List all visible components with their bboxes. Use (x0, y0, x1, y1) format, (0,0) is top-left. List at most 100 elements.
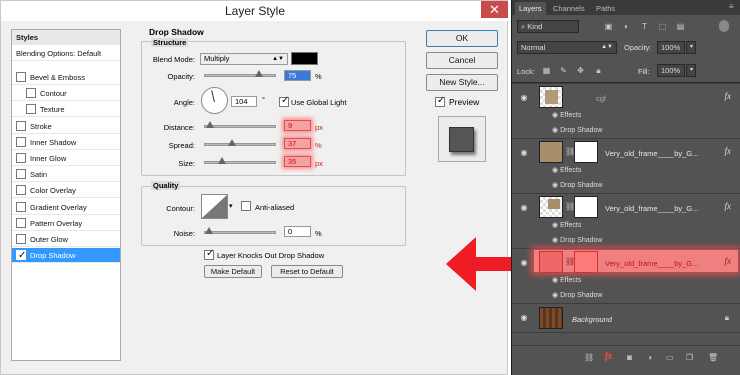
effect-checkbox[interactable] (16, 153, 26, 163)
cancel-button[interactable]: Cancel (426, 52, 498, 69)
eye-icon[interactable]: ◉ (552, 277, 560, 284)
blend-mode-select[interactable]: Multiply ▲▼ (200, 53, 288, 65)
slider-thumb[interactable] (205, 227, 213, 234)
pixel-filter-icon[interactable]: ▣ (604, 22, 613, 31)
layer-row[interactable]: ◉ ⛓ Very_old_frame____by_G... fx ◉ Effec… (512, 138, 740, 193)
effect-checkbox[interactable] (16, 217, 26, 228)
eye-icon[interactable]: ◉ (552, 127, 560, 134)
angle-field[interactable]: 104 (231, 96, 257, 107)
lock-transparency-icon[interactable]: ▦ (542, 66, 551, 75)
new-style-button[interactable]: New Style... (426, 74, 498, 91)
new-layer-icon[interactable]: ❐ (685, 353, 694, 362)
effect-item-inner-glow[interactable]: Inner Glow (12, 151, 120, 166)
chevron-down-icon[interactable]: ▾ (229, 202, 233, 210)
effect-checkbox[interactable] (26, 104, 36, 115)
styles-header[interactable]: Styles (12, 30, 120, 45)
eye-icon[interactable]: ◉ (552, 222, 560, 229)
tab-paths[interactable]: Paths (592, 2, 619, 15)
fx-icon[interactable]: fx (725, 91, 732, 101)
smart-object-filter-icon[interactable]: ▤ (676, 22, 685, 31)
use-global-light-checkbox[interactable]: ✓ (279, 95, 289, 107)
layer-name[interactable]: Very_old_frame____by_G... (605, 204, 698, 213)
opacity-field[interactable]: 75 (284, 70, 311, 81)
tab-channels[interactable]: Channels (549, 2, 589, 15)
layer-row[interactable]: ◉ cgf fx ◉ Effects ◉ Drop Shadow (512, 83, 740, 138)
effect-item-pattern-overlay[interactable]: Pattern Overlay (12, 216, 120, 231)
panel-menu-icon[interactable]: ≡ (729, 2, 734, 11)
preview-checkbox[interactable]: ✓ (435, 95, 445, 107)
layer-name[interactable]: Very_old_frame____by_G... (605, 259, 698, 268)
lock-pixels-icon[interactable]: ✎ (559, 66, 568, 75)
effect-item-contour[interactable]: Contour (12, 86, 120, 102)
effect-checkbox[interactable] (16, 120, 26, 131)
eye-icon[interactable]: ◉ (519, 149, 529, 157)
distance-field[interactable]: 9 (284, 120, 311, 131)
fx-icon[interactable]: fx (725, 146, 732, 156)
eye-icon[interactable]: ◉ (519, 259, 529, 267)
effect-item-outer-glow[interactable]: Outer Glow (12, 232, 120, 247)
effect-item-texture[interactable]: Texture (12, 102, 120, 118)
anti-aliased-checkbox[interactable] (241, 201, 251, 211)
effect-item-stroke[interactable]: Stroke (12, 119, 120, 134)
layer-name[interactable]: cgf (596, 94, 606, 103)
effect-item-inner-shadow[interactable]: Inner Shadow (12, 135, 120, 150)
size-field[interactable]: 35 (284, 156, 311, 167)
eye-icon[interactable]: ◉ (552, 167, 560, 174)
filter-kind-select[interactable]: ⌕ Kind (517, 20, 579, 33)
lock-position-icon[interactable]: ✥ (576, 66, 585, 75)
lock-all-icon[interactable]: 🔒︎ (594, 66, 603, 75)
effect-item-bevel-emboss[interactable]: Bevel & Emboss (12, 70, 120, 85)
effect-checkbox[interactable]: ✓ (16, 250, 26, 261)
noise-slider[interactable] (204, 227, 276, 234)
adjustment-filter-icon[interactable]: ◐ (622, 22, 631, 31)
effect-item-color-overlay[interactable]: Color Overlay (12, 183, 120, 199)
tab-layers[interactable]: Layers (515, 2, 546, 15)
layer-name[interactable]: Background (572, 315, 612, 324)
eye-icon[interactable]: ◉ (552, 237, 560, 244)
shape-filter-icon[interactable]: ⬚ (658, 22, 667, 31)
shadow-color-swatch[interactable] (291, 52, 318, 65)
fx-icon[interactable]: fx (725, 201, 732, 211)
eye-icon[interactable]: ◉ (552, 112, 560, 119)
effect-checkbox[interactable] (16, 169, 26, 180)
spread-slider[interactable] (204, 139, 276, 146)
slider-thumb[interactable] (218, 157, 226, 164)
add-mask-icon[interactable]: ◙ (625, 353, 634, 362)
effect-checkbox[interactable] (16, 234, 26, 244)
trash-icon[interactable]: 🗑︎ (708, 353, 718, 362)
layer-row[interactable]: ◉ Background 🔒︎ (512, 303, 740, 333)
slider-thumb[interactable] (206, 121, 214, 128)
slider-thumb[interactable] (228, 139, 236, 146)
effect-item-gradient-overlay[interactable]: Gradient Overlay (12, 200, 120, 215)
fill-field[interactable]: 100% (657, 64, 685, 77)
layer-opacity-field[interactable]: 100% (657, 41, 685, 54)
add-layer-style-icon[interactable]: fx (604, 352, 613, 362)
eye-icon[interactable]: ◉ (552, 182, 560, 189)
opacity-slider[interactable] (204, 70, 276, 77)
close-button[interactable]: ✕ (481, 1, 508, 18)
angle-dial[interactable] (201, 87, 228, 114)
effect-item-drop-shadow[interactable]: ✓ Drop Shadow (12, 248, 120, 264)
layer-name[interactable]: Very_old_frame____by_G... (605, 149, 698, 158)
blend-mode-select[interactable]: Normal ▲▼ (517, 41, 617, 54)
blending-options-item[interactable]: Blending Options: Default (12, 46, 120, 61)
slider-thumb[interactable] (255, 70, 263, 77)
knocks-out-checkbox[interactable]: ✓ (204, 248, 214, 260)
new-adjustment-layer-icon[interactable]: ◑ (645, 353, 654, 362)
effect-checkbox[interactable] (16, 185, 26, 196)
layer-row[interactable]: ◉ ⛓ Very_old_frame____by_G... fx ◉ Effec… (512, 193, 740, 248)
make-default-button[interactable]: Make Default (204, 265, 262, 278)
effect-checkbox[interactable] (16, 136, 26, 147)
effect-checkbox[interactable] (16, 72, 26, 82)
chevron-down-icon[interactable]: ▾ (686, 64, 696, 77)
spread-field[interactable]: 37 (284, 138, 311, 149)
effect-checkbox[interactable] (16, 201, 26, 212)
fx-icon[interactable]: fx (725, 256, 732, 266)
eye-icon[interactable]: ◉ (519, 94, 529, 102)
distance-slider[interactable] (204, 121, 276, 128)
chevron-down-icon[interactable]: ▾ (686, 41, 696, 54)
eye-icon[interactable]: ◉ (519, 314, 529, 322)
noise-field[interactable]: 0 (284, 226, 311, 237)
new-group-icon[interactable]: ▭ (665, 353, 674, 362)
size-slider[interactable] (204, 157, 276, 164)
